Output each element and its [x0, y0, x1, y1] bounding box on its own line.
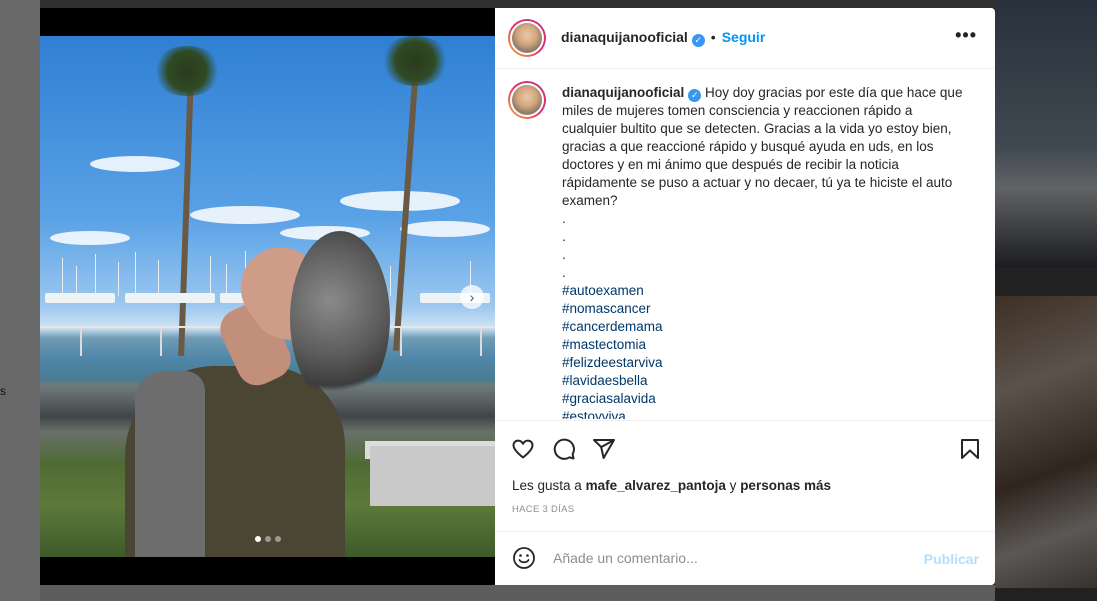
hashtag-link[interactable]: #nomascancer — [562, 300, 967, 318]
hashtag-link[interactable]: #mastectomia — [562, 336, 967, 354]
caption-dot-line: . — [562, 247, 566, 262]
liker-username[interactable]: mafe_alvarez_pantoja — [586, 478, 726, 493]
hashtag-list: #autoexamen #nomascancer #cancerdemama #mas… — [562, 282, 967, 419]
hashtag-link[interactable]: #graciasalavida — [562, 390, 967, 408]
bookmark-icon[interactable] — [958, 437, 982, 464]
verified-badge-icon: ✓ — [691, 34, 705, 47]
caption-username[interactable]: dianaquijanooficial — [562, 85, 684, 100]
avatar[interactable] — [508, 19, 546, 57]
carousel-dot — [265, 536, 271, 542]
likes-summary: Les gusta a mafe_alvarez_pantoja y perso… — [512, 478, 831, 493]
hashtag-link[interactable]: #estoyviva — [562, 408, 967, 419]
comment-bar: Publicar — [495, 531, 995, 586]
carousel-next-button[interactable]: › — [460, 285, 484, 309]
caption-dot-line: . — [562, 211, 566, 226]
post-timestamp[interactable]: HACE 3 DÍAS — [512, 504, 574, 515]
caption-text: Hoy doy gracias por este día que hace qu… — [562, 85, 963, 208]
carousel-indicator — [255, 536, 281, 542]
post-media: › — [40, 8, 495, 585]
comment-input[interactable] — [551, 549, 895, 567]
publish-button[interactable]: Publicar — [924, 551, 979, 567]
post-caption: dianaquijanooficial ✓ Hoy doy gracias por… — [562, 84, 967, 419]
carousel-dot — [275, 536, 281, 542]
caption-dot-line: . — [562, 265, 566, 280]
carousel-dot — [255, 536, 261, 542]
hashtag-link[interactable]: #cancerdemama — [562, 318, 967, 336]
comment-icon[interactable] — [552, 437, 576, 464]
follow-button[interactable]: Seguir — [722, 29, 766, 45]
more-options-icon[interactable]: ••• — [955, 25, 977, 46]
share-icon[interactable] — [592, 437, 616, 464]
hashtag-link[interactable]: #lavidaesbella — [562, 372, 967, 390]
heart-icon[interactable] — [511, 437, 535, 464]
likes-prefix: Les gusta a — [512, 478, 582, 493]
avatar[interactable] — [508, 81, 546, 119]
caption-dots: .... — [562, 210, 967, 282]
chevron-right-icon: › — [469, 289, 475, 305]
caption-dot-line: . — [562, 229, 566, 244]
likes-connector: y — [729, 478, 737, 493]
post-header: dianaquijanooficial ✓ • Seguir ••• — [495, 8, 995, 69]
action-bar — [495, 420, 995, 481]
caption-scroll-area[interactable]: dianaquijanooficial ✓ Hoy doy gracias por… — [495, 69, 995, 419]
likes-others-link[interactable]: personas más — [740, 478, 831, 493]
separator-dot: • — [710, 29, 716, 45]
emoji-icon[interactable] — [512, 546, 536, 573]
hashtag-link[interactable]: #autoexamen — [562, 282, 967, 300]
post-author-username[interactable]: dianaquijanooficial — [561, 29, 688, 45]
verified-badge-icon: ✓ — [688, 89, 702, 102]
hashtag-link[interactable]: #felizdeestarviva — [562, 354, 967, 372]
post-panel: dianaquijanooficial ✓ • Seguir ••• dianaqui… — [495, 8, 995, 585]
post-photo — [40, 36, 495, 557]
